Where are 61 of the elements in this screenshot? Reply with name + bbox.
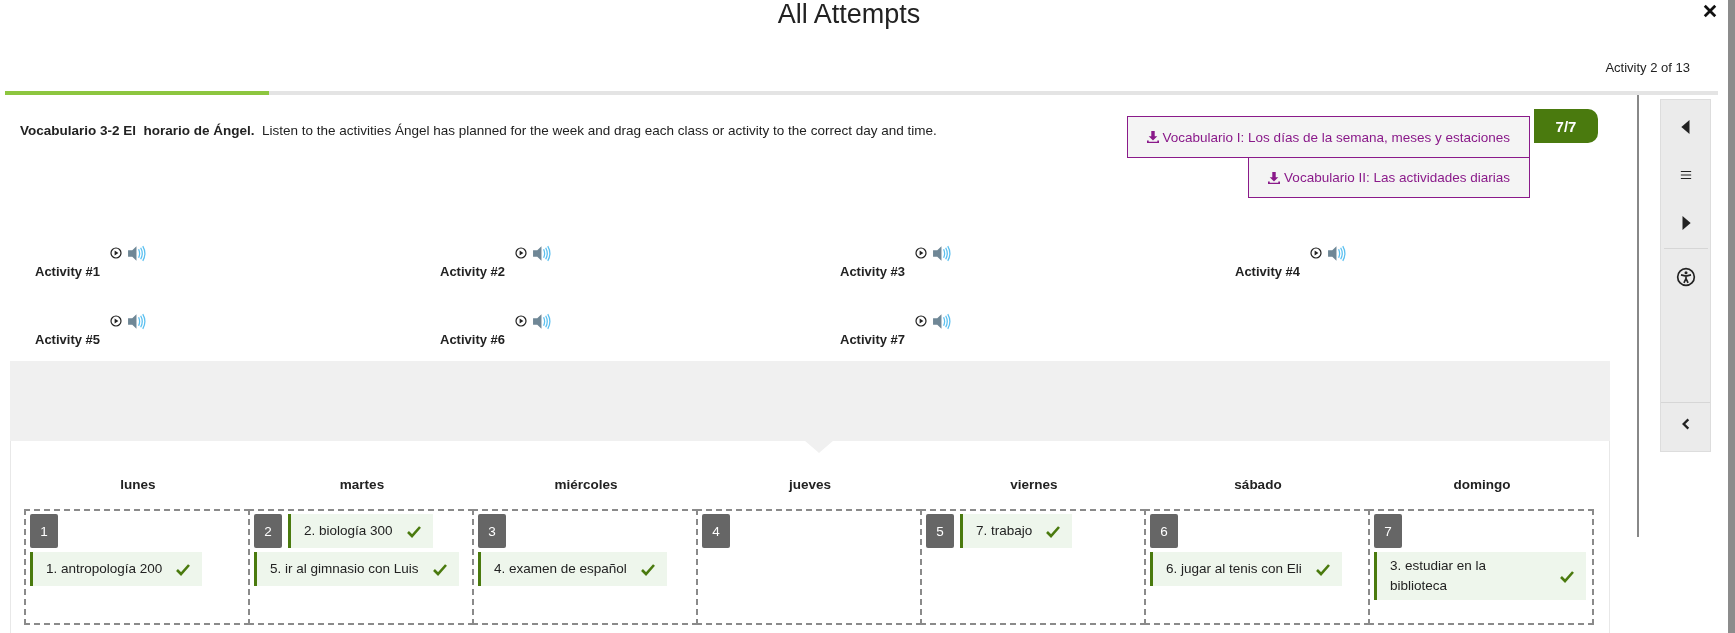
drop-zone[interactable]: 7 3. estudiar en la biblioteca [1368,509,1594,625]
answer-item[interactable]: 6. jugar al tenis con Eli [1150,552,1342,586]
play-icon[interactable] [915,247,927,259]
speaker-icon[interactable] [932,311,952,331]
activity-label: Activity #3 [840,263,907,280]
day-heading: lunes [119,477,157,494]
answer-item[interactable]: 2. biología 300 [288,514,433,548]
activity-label: Activity #5 [35,331,102,348]
speaker-icon[interactable] [127,311,147,331]
slot-number: 1 [30,514,58,548]
speaker-icon[interactable] [932,243,952,263]
play-icon[interactable] [515,315,527,327]
speaker-icon[interactable] [532,243,552,263]
day-heading: domingo [1452,477,1512,494]
drop-zone[interactable]: 4 [696,509,922,625]
score-badge: 7/7 [1534,109,1598,143]
close-icon[interactable] [1703,4,1717,18]
play-icon[interactable] [515,247,527,259]
slot-number: 5 [926,514,954,548]
drop-zone[interactable]: 6 6. jugar al tenis con Eli [1144,509,1370,625]
speaker-icon[interactable] [532,311,552,331]
slot-number: 2 [254,514,282,548]
play-icon[interactable] [915,315,927,327]
activity-label: Activity #4 [1235,263,1302,280]
dialog-title: All Attempts [777,0,921,28]
drop-zone[interactable]: 5 7. trabajo [920,509,1146,625]
download-icon [1146,131,1159,143]
previous-icon[interactable] [1679,120,1692,134]
slot-number: 3 [478,514,506,548]
answer-item[interactable]: 5. ir al gimnasio con Luis [254,552,459,586]
play-icon[interactable] [1310,247,1322,259]
accessibility-icon[interactable] [1675,267,1696,287]
menu-icon[interactable] [1679,168,1692,182]
drop-zone[interactable]: 3 4. examen de español [472,509,698,625]
day-heading: martes [338,477,386,494]
download-button[interactable]: Vocabulario I: Los días de la semana, meses y estaciones [1126,116,1530,158]
activity-label: Activity #1 [35,263,102,280]
answer-item[interactable]: 7. trabajo [960,514,1073,548]
day-heading: miércoles [553,477,619,494]
answer-item[interactable]: 3. estudiar en la biblioteca [1374,552,1586,600]
drop-zone[interactable]: 1 1. antropología 200 [24,509,250,625]
play-icon[interactable] [110,315,122,327]
slot-number: 6 [1150,514,1178,548]
play-icon[interactable] [110,247,122,259]
slot-number: 7 [1374,514,1402,548]
drop-zone[interactable]: 2 2. biología 300 5. ir al gimnasio con Luis [248,509,474,625]
download-button[interactable]: Vocabulario II: Las actividades diarias [1248,157,1530,198]
day-heading: viernes [1009,477,1059,494]
speaker-icon[interactable] [127,243,147,263]
answer-item[interactable]: 4. examen de español [478,552,667,586]
answer-item[interactable]: 1. antropología 200 [30,552,203,586]
download-icon [1268,171,1281,184]
activity-label: Activity #2 [440,263,507,280]
instructions: Vocabulario 3-2 El horario de Ángel. Listen to the activities Ángel has planned for the week and drag each class or activity to the correct day and time. [20,123,938,140]
day-heading: sábado [1233,477,1283,494]
slot-number: 4 [702,514,730,548]
day-heading: jueves [787,477,832,494]
speaker-icon[interactable] [1327,243,1347,263]
activity-label: Activity #6 [440,331,507,348]
progress-label: Activity 2 of 13 [1605,59,1690,77]
activity-label: Activity #7 [840,331,907,348]
